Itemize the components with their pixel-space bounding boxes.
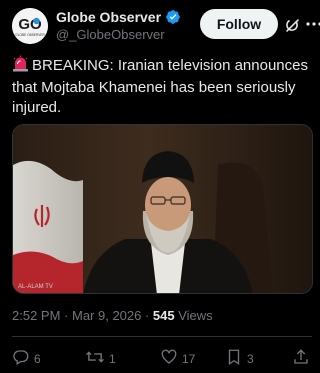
action-bar: 6 1 17 3 (12, 348, 312, 370)
tweet-body: BREAKING: Iranian television announces t… (12, 57, 308, 116)
reply-button[interactable]: 6 (12, 348, 41, 369)
reply-icon (12, 348, 30, 369)
share-button[interactable] (292, 348, 310, 369)
bookmark-icon (225, 348, 243, 369)
handle[interactable]: @_GlobeObserver (56, 27, 165, 42)
more-icon[interactable] (305, 15, 320, 38)
grok-icon[interactable] (284, 17, 301, 39)
tweet-media-image[interactable]: AL-ALAM TV (12, 124, 313, 294)
like-icon (160, 348, 178, 369)
tweet-date[interactable]: Mar 9, 2026 (72, 308, 141, 323)
follow-button[interactable]: Follow (200, 9, 278, 39)
views-label: Views (174, 308, 213, 323)
siren-icon (12, 55, 29, 78)
display-name[interactable]: Globe Observer (56, 9, 161, 25)
bookmark-count: 3 (247, 351, 254, 366)
views-count: 545 (152, 308, 175, 323)
repost-button[interactable]: 1 (85, 348, 116, 369)
avatar-logo-subtext: GLOBE OBSERVER (15, 33, 45, 37)
tweet-time[interactable]: 2:52 PM (12, 308, 60, 323)
meta-separator: · (141, 308, 153, 323)
repost-icon (85, 348, 105, 369)
like-count: 17 (182, 351, 196, 366)
divider (12, 336, 312, 337)
share-icon (292, 348, 310, 369)
name-row: Globe Observer (56, 9, 181, 25)
meta-separator: · (60, 308, 72, 323)
reply-count: 6 (34, 351, 41, 366)
tweet-header: GO GLOBE OBSERVER Globe Observer @_Globe… (12, 6, 320, 46)
tweet-text: BREAKING: Iranian television announces t… (12, 55, 312, 118)
verified-badge-icon (165, 9, 181, 25)
avatar[interactable]: GO GLOBE OBSERVER (12, 8, 48, 44)
like-button[interactable]: 17 (160, 348, 195, 369)
tweet-meta: 2:52 PM · Mar 9, 2026 · 545 Views (12, 308, 213, 323)
bookmark-button[interactable]: 3 (225, 348, 254, 369)
media-watermark: AL-ALAM TV (18, 284, 53, 290)
repost-count: 1 (109, 351, 116, 366)
